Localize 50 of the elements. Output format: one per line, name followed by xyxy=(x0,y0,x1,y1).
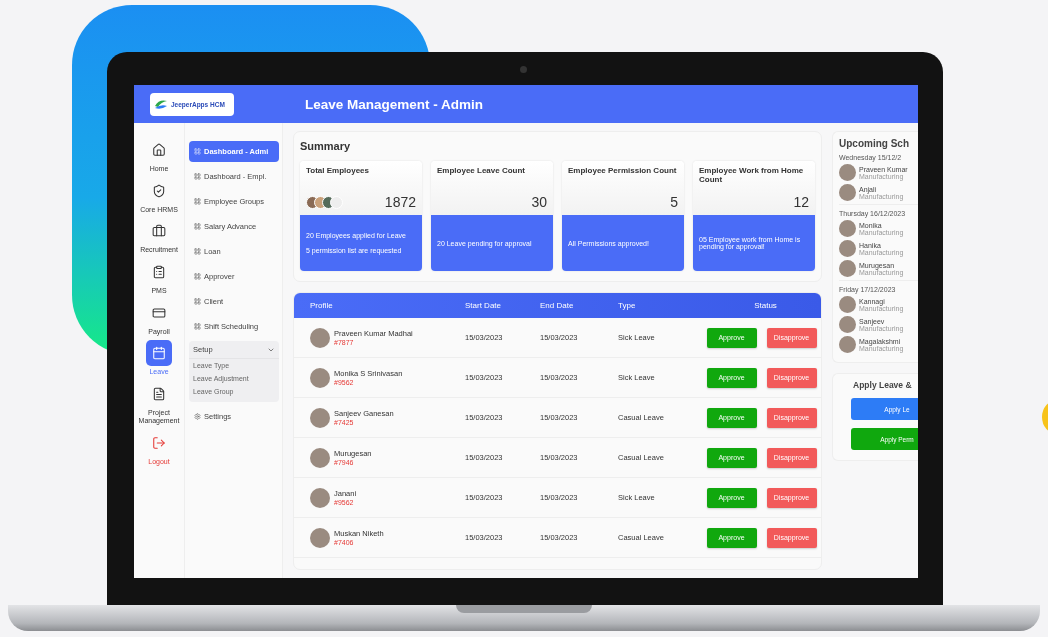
avatar xyxy=(310,327,330,348)
logo-icon xyxy=(154,98,168,110)
avatar xyxy=(310,367,330,388)
column-header: Status xyxy=(753,301,778,310)
column-header: Start Date xyxy=(464,301,502,310)
stat-title: Employee Permission Count xyxy=(568,166,678,175)
avatar xyxy=(310,447,330,468)
stat-value: 12 xyxy=(793,194,809,210)
grid-icon xyxy=(194,223,201,230)
avatar xyxy=(310,407,330,428)
shield-check-icon xyxy=(152,183,166,198)
avatar xyxy=(839,260,856,277)
avatar xyxy=(839,184,856,201)
document-icon xyxy=(152,387,166,402)
avatar xyxy=(839,296,856,313)
page-title: Leave Management - Admin xyxy=(305,96,484,112)
credit-card-icon xyxy=(152,305,166,320)
avatar xyxy=(310,527,330,548)
avatar xyxy=(839,240,856,257)
stat-value: 30 xyxy=(531,194,547,210)
grid-icon xyxy=(194,248,201,255)
avatar xyxy=(839,220,856,237)
avatar xyxy=(310,487,330,508)
stat-title: Total Employees xyxy=(306,166,370,175)
column-header: Type xyxy=(617,301,637,310)
grid-icon xyxy=(194,298,201,305)
grid-icon xyxy=(194,173,201,180)
schedule-title: Upcoming Sch xyxy=(839,138,910,149)
calendar-icon xyxy=(152,346,166,361)
summary-title: Summary xyxy=(300,140,352,152)
apply-title: Apply Leave & xyxy=(852,380,913,390)
avatar xyxy=(839,336,856,353)
grid-icon xyxy=(194,198,201,205)
stat-value: 5 xyxy=(670,194,678,210)
stat-value: 1872 xyxy=(384,194,416,210)
column-header: Profile xyxy=(309,301,334,310)
grid-icon xyxy=(194,273,201,280)
settings-icon xyxy=(194,413,201,420)
grid-icon xyxy=(194,148,201,155)
camera-dot xyxy=(520,66,527,73)
stat-title: Employee Leave Count xyxy=(437,166,527,175)
stat-title: Employee Work from Home Count xyxy=(699,166,805,184)
grid-icon xyxy=(194,323,201,330)
avatar xyxy=(839,164,856,181)
briefcase-icon xyxy=(152,224,166,239)
logout-icon xyxy=(152,435,166,450)
clipboard-icon xyxy=(152,265,166,280)
avatar xyxy=(839,316,856,333)
home-icon xyxy=(152,143,166,157)
column-header: End Date xyxy=(539,301,575,310)
